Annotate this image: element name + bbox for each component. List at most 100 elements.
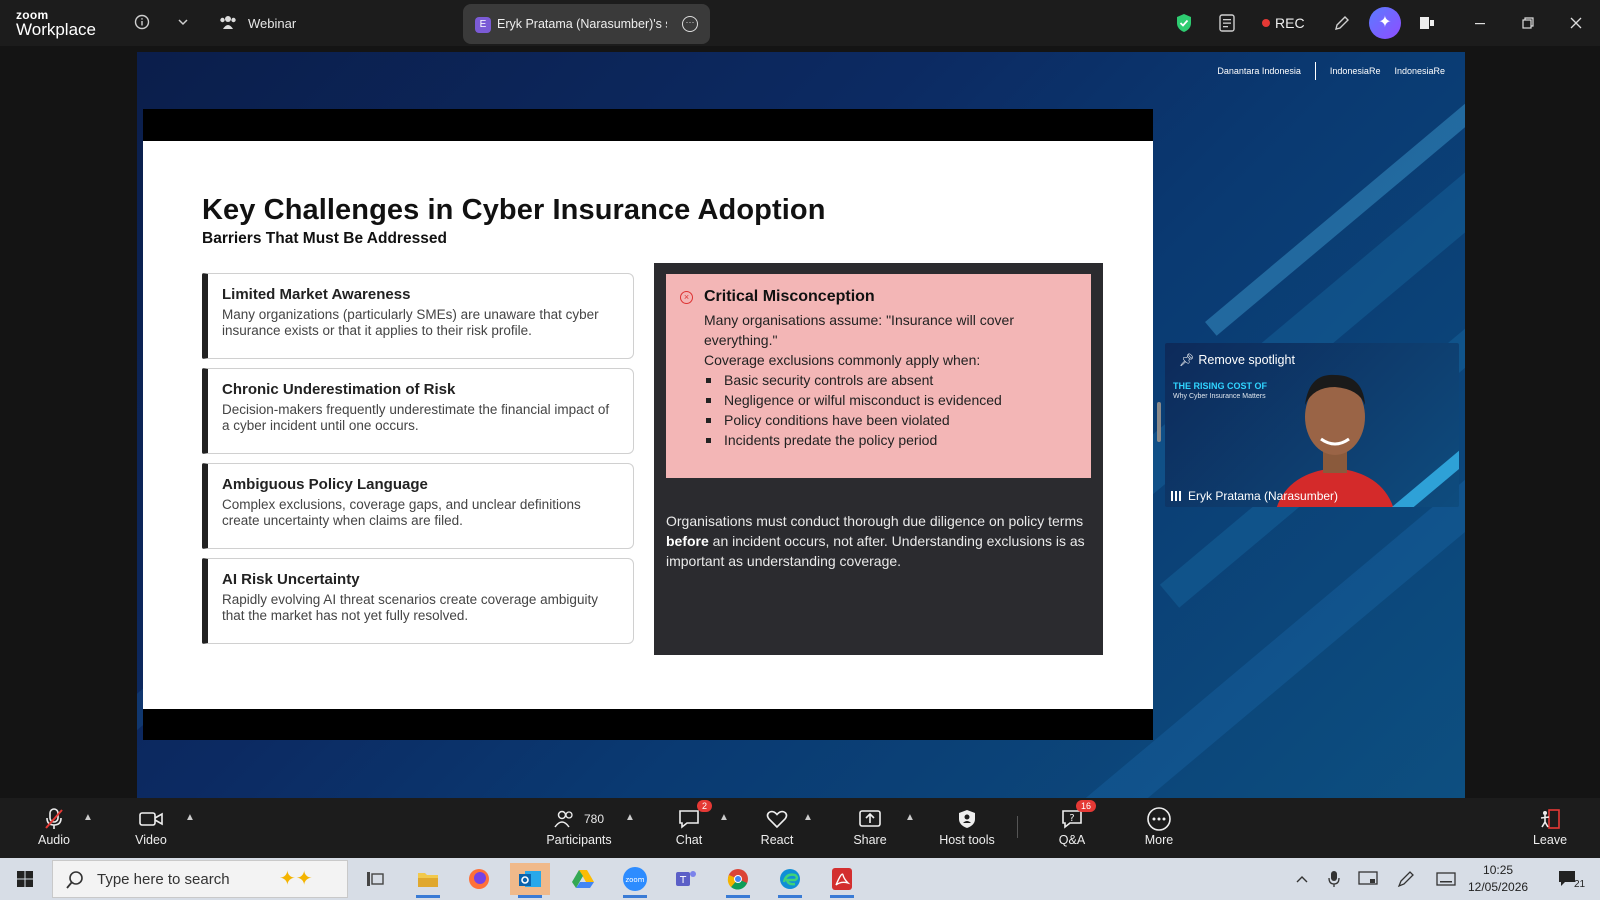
host-shield-icon bbox=[959, 810, 975, 828]
firefox-icon[interactable] bbox=[459, 863, 499, 895]
windows-taskbar: Type here to search ✦✦ zoom T 10:25 12/0… bbox=[0, 858, 1600, 900]
card-heading: Chronic Underestimation of Risk bbox=[222, 381, 456, 398]
more-button[interactable]: More bbox=[1123, 806, 1195, 847]
react-options-caret[interactable]: ▲ bbox=[803, 812, 813, 823]
screen-share-tray-icon[interactable] bbox=[1348, 863, 1388, 895]
notification-center-icon[interactable]: 21 bbox=[1548, 863, 1588, 895]
misconception-heading: Critical Misconception bbox=[704, 288, 875, 305]
outlook-icon[interactable] bbox=[510, 863, 550, 898]
exclusions-list: Basic security controls are absent Negli… bbox=[704, 370, 1091, 450]
acrobat-icon[interactable] bbox=[822, 863, 862, 898]
challenge-card: AI Risk Uncertainty Rapidly evolving AI … bbox=[202, 558, 634, 644]
teams-icon[interactable]: T bbox=[667, 863, 707, 895]
react-label: React bbox=[760, 833, 794, 847]
card-body: Decision-makers frequently underestimate… bbox=[222, 402, 610, 433]
leave-button[interactable]: Leave bbox=[1514, 806, 1586, 847]
spotlight-video-tile[interactable]: THE RISING COST OF Why Cyber Insurance M… bbox=[1165, 343, 1459, 507]
pen-tray-icon[interactable] bbox=[1386, 863, 1426, 895]
audio-label: Audio bbox=[38, 833, 70, 847]
taskbar-search-box[interactable]: Type here to search ✦✦ bbox=[52, 860, 348, 898]
presenter-avatar: E bbox=[475, 17, 491, 33]
list-item: Policy conditions have been violated bbox=[704, 410, 1091, 430]
participant-name: Eryk Pratama (Narasumber) bbox=[1188, 489, 1339, 503]
sponsor-logos: Danantara Indonesia IndonesiaRe Indonesi… bbox=[1217, 62, 1445, 80]
leave-door-icon bbox=[1540, 809, 1560, 829]
rec-dot-icon bbox=[1262, 19, 1270, 27]
keyboard-tray-icon[interactable] bbox=[1426, 863, 1466, 895]
webinar-people-icon bbox=[217, 11, 239, 33]
restore-window-icon[interactable] bbox=[1517, 12, 1539, 34]
due-diligence-note: Organisations must conduct thorough due … bbox=[666, 511, 1091, 571]
video-label: Video bbox=[135, 833, 167, 847]
host-tools-button[interactable]: Host tools bbox=[927, 806, 1007, 847]
heart-icon bbox=[766, 810, 788, 829]
muted-mic-icon bbox=[45, 808, 63, 829]
sponsor-logo-indonesiare-2: IndonesiaRe bbox=[1394, 66, 1445, 76]
challenge-card: Ambiguous Policy Language Complex exclus… bbox=[202, 463, 634, 549]
recording-indicator[interactable]: REC bbox=[1262, 15, 1305, 31]
card-body: Rapidly evolving AI threat scenarios cre… bbox=[222, 592, 598, 623]
participants-button[interactable]: 780 Participants bbox=[539, 806, 619, 847]
more-label: More bbox=[1144, 833, 1174, 847]
participants-label: Participants bbox=[546, 833, 612, 847]
search-placeholder: Type here to search bbox=[97, 871, 230, 888]
annotate-pen-icon[interactable] bbox=[1331, 12, 1353, 34]
file-explorer-icon[interactable] bbox=[408, 863, 448, 898]
misconception-panel: × Critical Misconception Many organisati… bbox=[654, 263, 1103, 655]
close-icon[interactable] bbox=[1565, 12, 1587, 34]
task-view-icon[interactable] bbox=[355, 863, 395, 895]
participants-options-caret[interactable]: ▲ bbox=[625, 812, 635, 823]
ai-companion-icon[interactable]: ✦ bbox=[1369, 7, 1401, 39]
edge-icon[interactable] bbox=[770, 863, 810, 898]
participants-icon bbox=[554, 810, 573, 828]
info-icon[interactable] bbox=[131, 11, 153, 33]
audio-options-caret[interactable]: ▲ bbox=[83, 812, 93, 823]
card-heading: Limited Market Awareness bbox=[222, 286, 411, 303]
qa-label: Q&A bbox=[1058, 833, 1086, 847]
panel-resize-handle[interactable] bbox=[1157, 402, 1161, 442]
remove-spotlight-button[interactable]: 📌︎ Remove spotlight bbox=[1179, 353, 1295, 368]
challenge-card: Chronic Underestimation of Risk Decision… bbox=[202, 368, 634, 454]
apps-icon[interactable] bbox=[1416, 12, 1438, 34]
webinar-label: Webinar bbox=[248, 16, 297, 31]
more-options-icon[interactable]: ··· bbox=[682, 16, 698, 32]
chevron-down-icon[interactable] bbox=[172, 11, 194, 33]
critical-misconception-box: × Critical Misconception Many organisati… bbox=[666, 274, 1091, 478]
video-options-caret[interactable]: ▲ bbox=[185, 812, 195, 823]
chat-unread-badge: 2 bbox=[697, 800, 713, 812]
spotlight-label: Remove spotlight bbox=[1198, 353, 1295, 367]
challenge-card: Limited Market Awareness Many organizati… bbox=[202, 273, 634, 359]
windows-start-icon[interactable] bbox=[5, 863, 45, 895]
share-options-caret[interactable]: ▲ bbox=[905, 812, 915, 823]
qa-unread-badge: 16 bbox=[1076, 800, 1097, 812]
captions-icon[interactable] bbox=[1216, 12, 1238, 34]
pin-icon: 📌︎ bbox=[1179, 353, 1195, 367]
minimize-icon[interactable] bbox=[1469, 12, 1491, 34]
card-body: Many organizations (particularly SMEs) a… bbox=[222, 307, 599, 338]
video-slide-subtitle: Why Cyber Insurance Matters bbox=[1173, 393, 1266, 400]
toolbar-divider bbox=[1017, 816, 1018, 838]
share-button[interactable]: Share bbox=[834, 806, 906, 847]
chrome-icon[interactable] bbox=[718, 863, 758, 898]
meeting-controls: Audio ▲ Video ▲ 780 Participants ▲ 2 Cha… bbox=[0, 798, 1600, 858]
shield-check-icon[interactable] bbox=[1173, 12, 1195, 34]
presentation-slide: Key Challenges in Cyber Insurance Adopti… bbox=[143, 141, 1153, 709]
screen-share-tab[interactable]: E Eryk Pratama (Narasumber)'s scre ··· bbox=[463, 4, 710, 44]
misconception-intro: Coverage exclusions commonly apply when: bbox=[704, 352, 981, 368]
qa-button[interactable]: ? 16 Q&A bbox=[1036, 800, 1108, 847]
taskbar-clock[interactable]: 10:25 12/05/2026 bbox=[1468, 862, 1528, 896]
chat-options-caret[interactable]: ▲ bbox=[719, 812, 729, 823]
zoom-app-icon[interactable]: zoom bbox=[615, 863, 655, 898]
audio-button[interactable]: Audio bbox=[18, 806, 90, 847]
slide-subtitle: Barriers That Must Be Addressed bbox=[202, 230, 447, 247]
share-label: Share bbox=[853, 833, 887, 847]
google-drive-icon[interactable] bbox=[563, 863, 603, 895]
list-item: Negligence or wilful misconduct is evide… bbox=[704, 390, 1091, 410]
chat-label: Chat bbox=[675, 833, 703, 847]
card-heading: AI Risk Uncertainty bbox=[222, 571, 360, 588]
video-button[interactable]: Video bbox=[115, 806, 187, 847]
chat-button[interactable]: 2 Chat bbox=[653, 800, 725, 847]
video-slide-title: THE RISING COST OF bbox=[1173, 381, 1268, 391]
host-tools-label: Host tools bbox=[939, 833, 995, 847]
note-text: Organisations must conduct thorough due … bbox=[666, 513, 1084, 529]
